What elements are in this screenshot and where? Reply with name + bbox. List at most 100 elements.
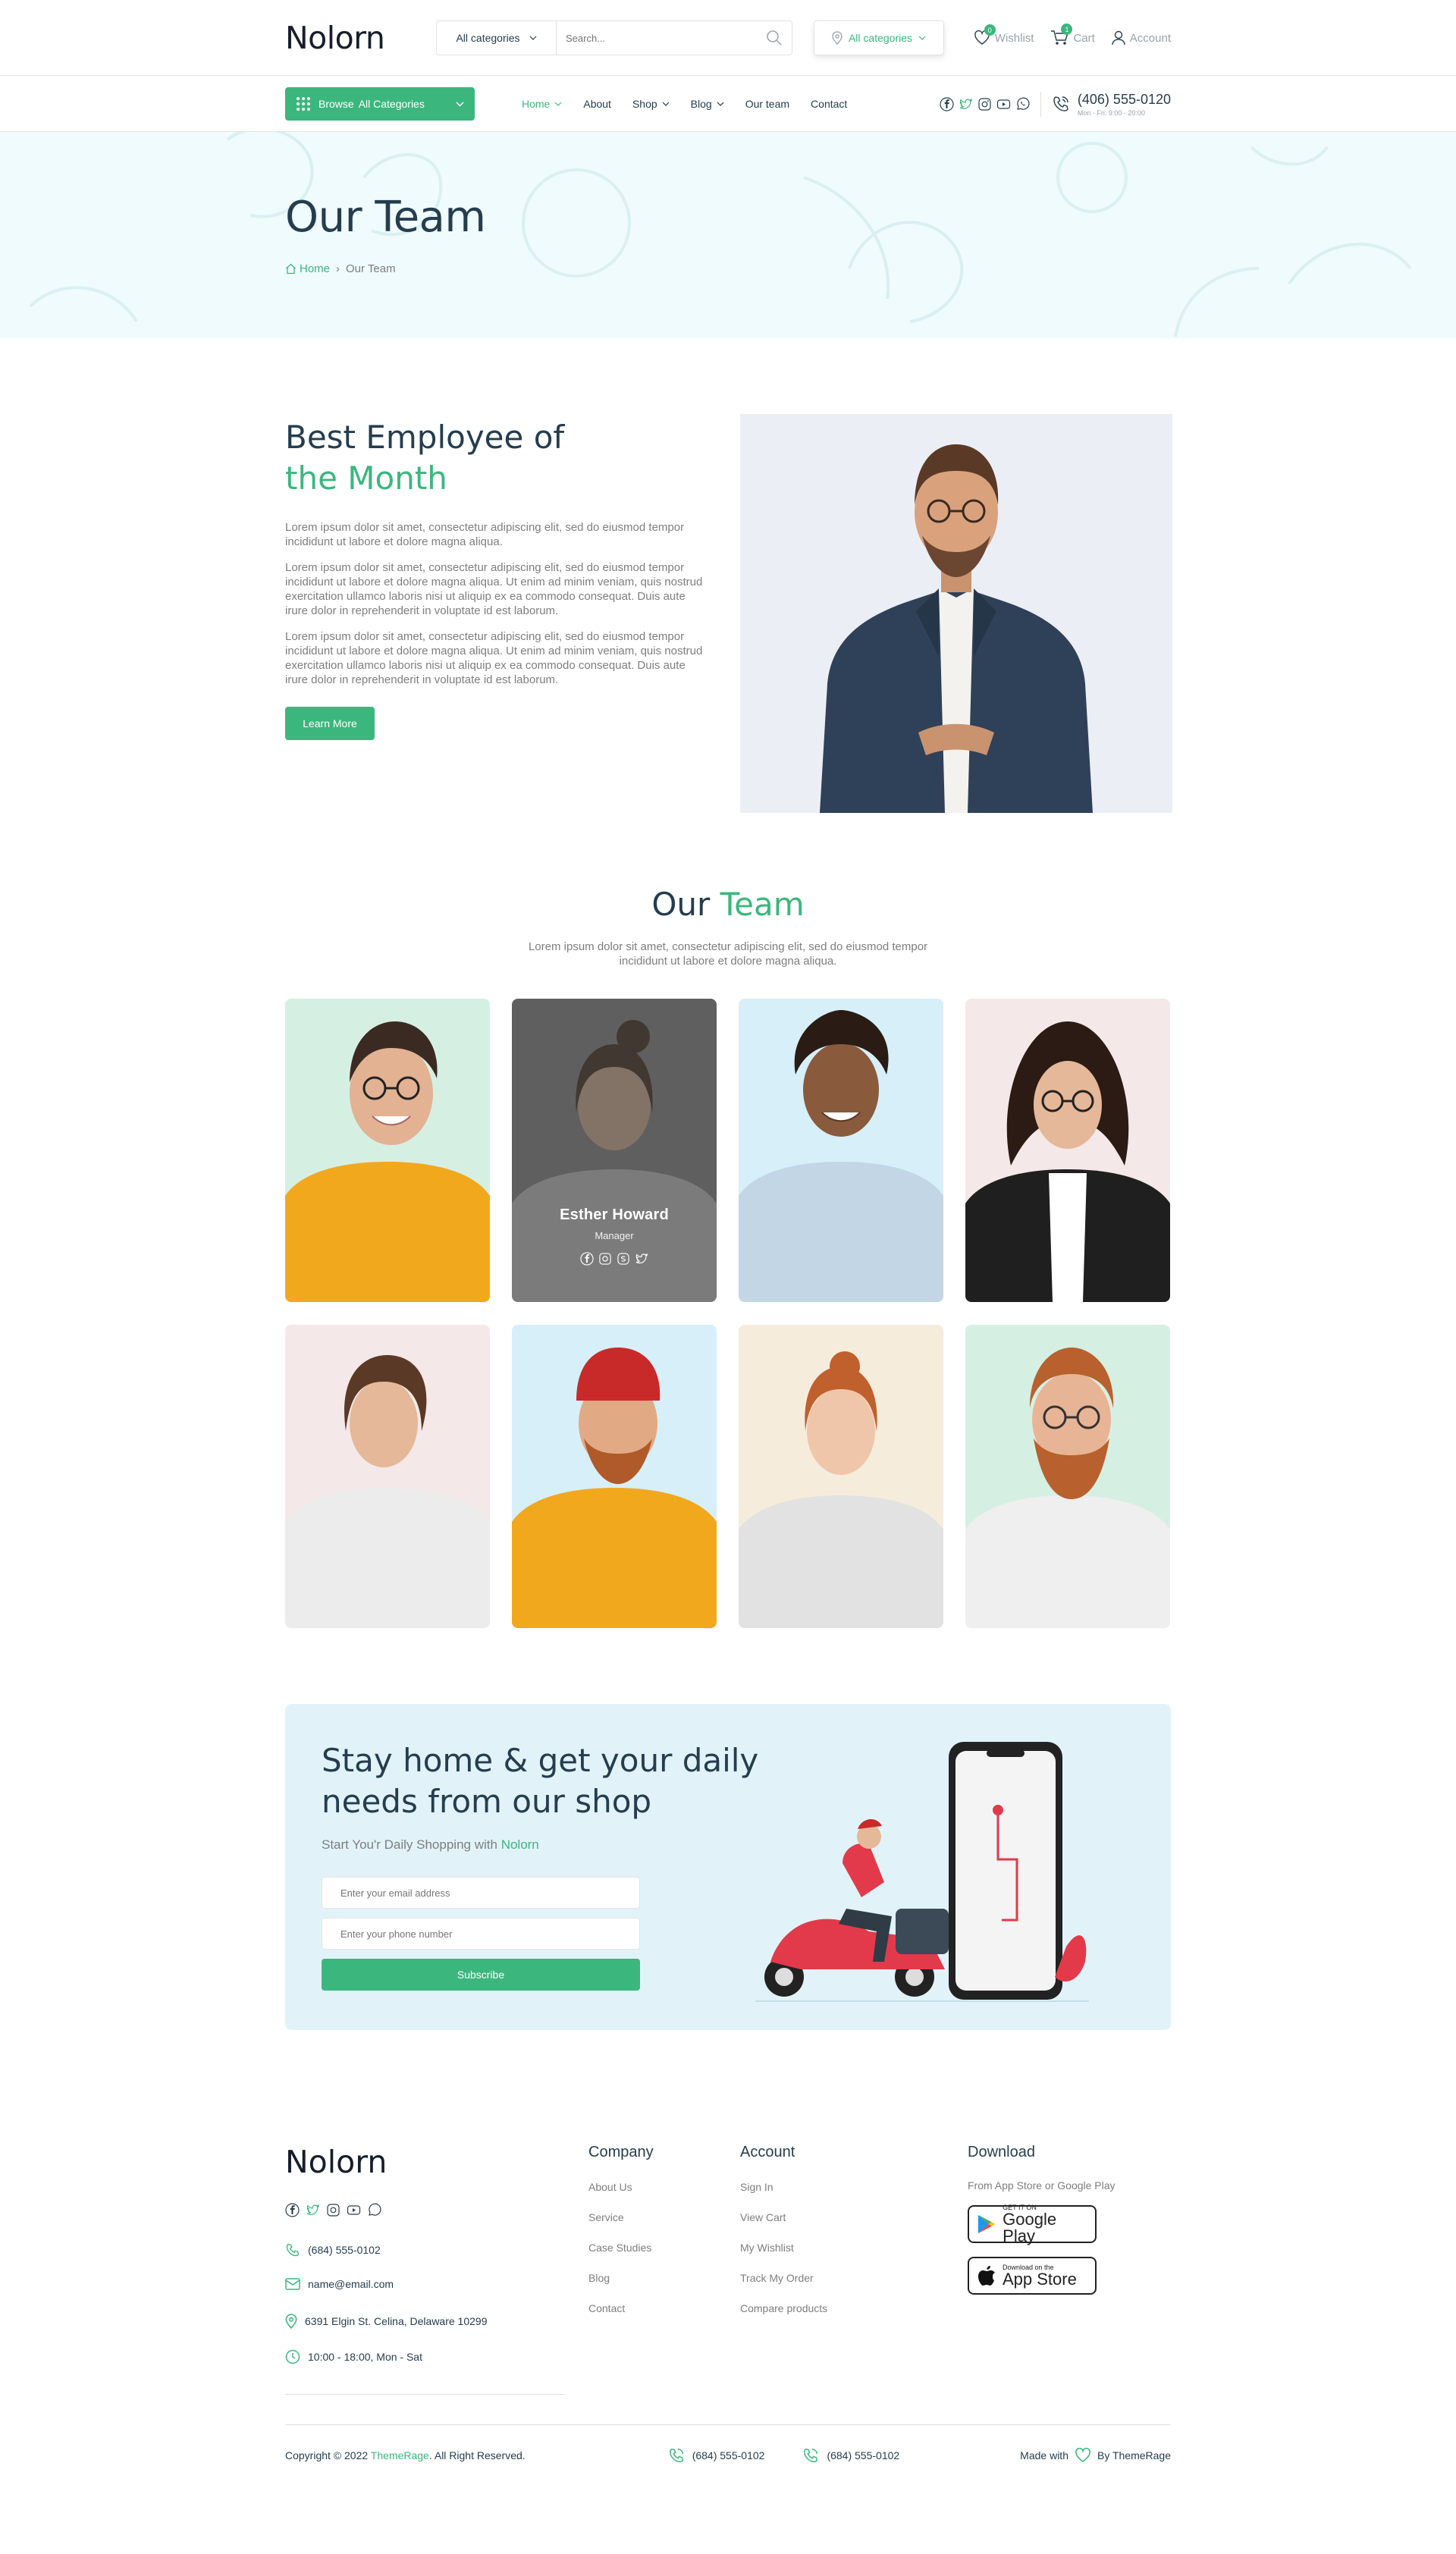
whatsapp-icon[interactable]	[367, 2203, 381, 2217]
footer-logo[interactable]: Nolorn	[285, 2144, 387, 2180]
footer-link[interactable]: Compare products	[740, 2302, 827, 2314]
team-member-card[interactable]	[965, 1325, 1170, 1628]
footer-link[interactable]: View Cart	[740, 2211, 827, 2223]
footer-link[interactable]: About Us	[588, 2181, 654, 2193]
team-member-card[interactable]	[739, 1325, 943, 1628]
footer-link[interactable]: Track My Order	[740, 2272, 827, 2284]
nav-shop[interactable]: Shop	[632, 98, 670, 110]
breadcrumb-home[interactable]: Home	[285, 262, 330, 275]
employee-heading-line1: Best Employee of	[285, 419, 565, 456]
nav-blog[interactable]: Blog	[691, 98, 724, 110]
our-team-section: Our Team Lorem ipsum dolor sit amet, con…	[285, 886, 1171, 1628]
instagram-icon[interactable]	[598, 1252, 612, 1266]
bottom-phone-text[interactable]: (684) 555-0102	[827, 2449, 899, 2461]
bottom-phone-text[interactable]: (684) 555-0102	[692, 2449, 765, 2461]
phone-input[interactable]	[322, 1918, 640, 1950]
location-label: All categories	[848, 32, 913, 44]
footer-hours-text: 10:00 - 18:00, Mon - Sat	[308, 2351, 422, 2363]
team-member-card[interactable]: Esther Howard Manager	[512, 999, 717, 1302]
footer-account-title: Account	[740, 2144, 795, 2160]
team-member-card[interactable]	[739, 999, 943, 1302]
footer-link[interactable]: Sign In	[740, 2181, 827, 2193]
app-store-button[interactable]: Download on the App Store	[968, 2257, 1097, 2295]
search-icon	[767, 30, 782, 45]
instagram-icon[interactable]	[326, 2203, 340, 2217]
site-logo[interactable]: Nolorn	[285, 20, 436, 56]
twitter-icon[interactable]	[635, 1252, 648, 1266]
location-select[interactable]: All categories	[814, 20, 944, 55]
nav-contact[interactable]: Contact	[811, 98, 847, 110]
nav-home[interactable]: Home	[522, 98, 562, 110]
made-with-text: Made with	[1020, 2449, 1068, 2461]
team-member-card[interactable]	[512, 1325, 717, 1628]
skype-icon[interactable]	[617, 1252, 630, 1266]
nav-about[interactable]: About	[583, 98, 611, 110]
footer-link[interactable]: My Wishlist	[740, 2242, 827, 2254]
learn-more-button[interactable]: Learn More	[285, 707, 375, 740]
chevron-down-icon	[717, 102, 724, 106]
team-member-card[interactable]	[285, 999, 490, 1302]
facebook-link[interactable]	[940, 96, 954, 111]
footer-link[interactable]: Blog	[588, 2272, 654, 2284]
member-photo	[739, 1325, 943, 1628]
subscribe-button[interactable]: Subscribe	[322, 1959, 640, 1991]
chevron-down-icon	[554, 102, 562, 106]
footer-account-column: Account Sign In View Cart My Wishlist Tr…	[740, 2144, 827, 2314]
hero-background-pattern	[29, 132, 1412, 337]
search-category-select[interactable]: All categories	[437, 21, 557, 55]
member-socials	[580, 1252, 648, 1266]
whatsapp-link[interactable]	[1015, 97, 1030, 111]
heart-icon	[1075, 2447, 1090, 2462]
google-play-button[interactable]: GET IT ON Google Play	[968, 2204, 1097, 2245]
team-heading-part1: Our	[651, 886, 711, 923]
copyright: Copyright © 2022 ThemeRage. All Right Re…	[285, 2449, 526, 2461]
clock-icon	[285, 2349, 300, 2364]
phone-icon	[669, 2448, 683, 2462]
grid-icon	[297, 97, 310, 111]
nav-blog-label: Blog	[690, 98, 712, 110]
youtube-icon[interactable]	[347, 2203, 361, 2217]
app-store-big: App Store	[1003, 2270, 1077, 2289]
footer-email-text[interactable]: name@email.com	[308, 2278, 394, 2290]
footer-bottom-bar: Copyright © 2022 ThemeRage. All Right Re…	[285, 2424, 1171, 2485]
facebook-icon[interactable]	[580, 1252, 594, 1266]
footer-link[interactable]: Service	[588, 2211, 654, 2223]
member-role: Manager	[595, 1230, 634, 1241]
account-link[interactable]: Account	[1112, 30, 1171, 45]
breadcrumb-home-label: Home	[300, 262, 331, 275]
facebook-icon	[940, 96, 954, 111]
search-button[interactable]	[757, 30, 792, 46]
team-member-card[interactable]	[285, 1325, 490, 1628]
twitter-icon[interactable]	[306, 2203, 320, 2217]
bottom-phone: (684) 555-0102	[802, 2447, 899, 2464]
team-grid: Esther Howard Manager	[285, 999, 1171, 1628]
email-input[interactable]	[322, 1877, 640, 1909]
footer-link[interactable]: Contact	[588, 2302, 654, 2314]
nav-our-team[interactable]: Our team	[745, 98, 789, 110]
cart-link[interactable]: 1 Cart	[1050, 24, 1095, 46]
footer-link[interactable]: Case Studies	[588, 2242, 654, 2254]
nav-shop-label: Shop	[632, 98, 657, 110]
menu: Home About Shop Blog Our team Contact	[522, 98, 847, 110]
copyright-brand-link[interactable]: ThemeRage	[371, 2449, 429, 2461]
browse-prefix: Browse	[318, 98, 354, 110]
search-input[interactable]	[557, 32, 757, 44]
facebook-icon[interactable]	[285, 2203, 300, 2217]
copyright-suffix: . All Right Reserved.	[428, 2449, 526, 2461]
wishlist-link[interactable]: 0 Wishlist	[974, 24, 1034, 45]
bottom-phone: (684) 555-0102	[668, 2447, 765, 2464]
chevron-down-icon	[918, 36, 926, 40]
breadcrumb-current: Our Team	[346, 262, 396, 275]
team-member-card[interactable]	[965, 999, 1170, 1302]
youtube-link[interactable]	[996, 97, 1011, 111]
member-photo	[965, 999, 1170, 1302]
footer-phone-text[interactable]: (684) 555-0102	[308, 2244, 381, 2256]
browse-categories-button[interactable]: Browse All Categories	[285, 87, 475, 121]
header-phone-number[interactable]: (406) 555-0120	[1078, 92, 1171, 108]
breadcrumb: Home › Our Team	[285, 262, 396, 275]
wishlist-label: Wishlist	[994, 31, 1034, 45]
instagram-link[interactable]	[977, 97, 992, 111]
twitter-link[interactable]	[959, 97, 973, 111]
location-icon	[832, 31, 843, 45]
made-with: Made with By ThemeRage	[1020, 2447, 1171, 2463]
